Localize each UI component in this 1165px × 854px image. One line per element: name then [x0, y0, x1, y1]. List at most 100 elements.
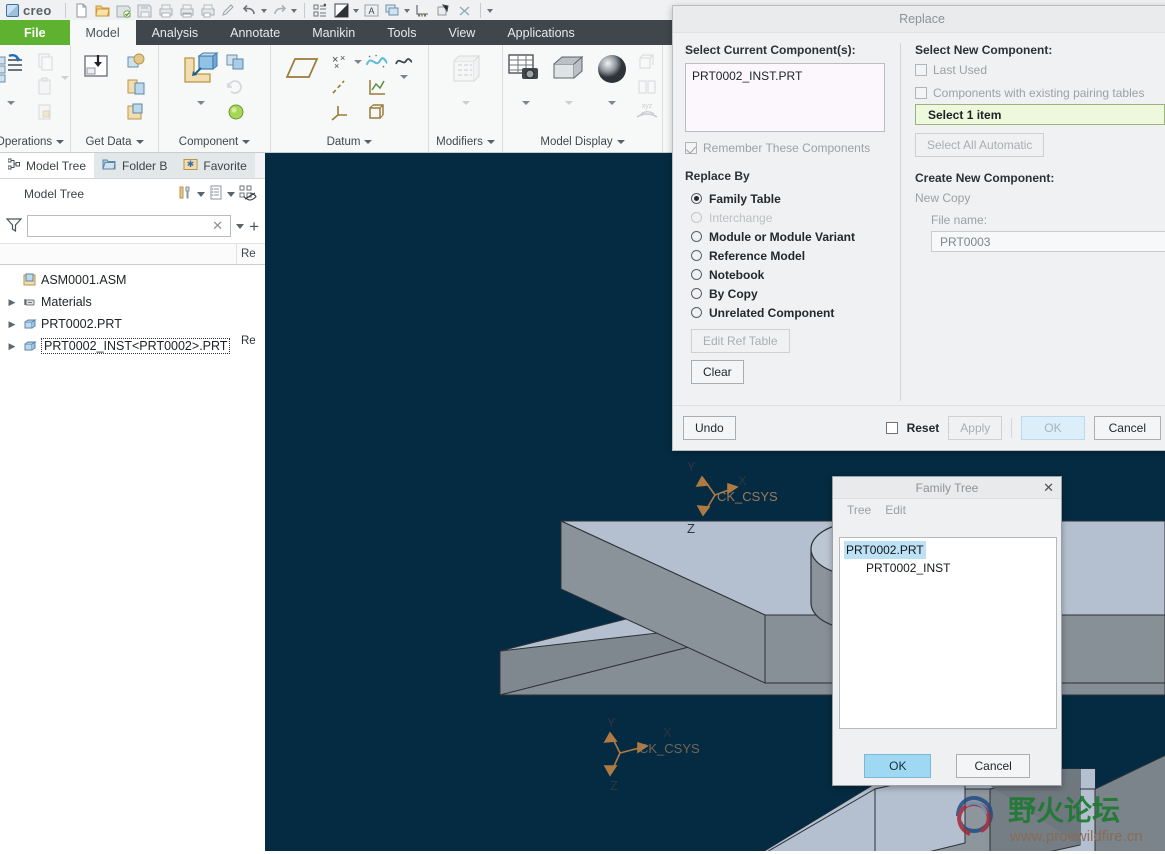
datum-display-icon[interactable]: [413, 2, 432, 19]
tab-view[interactable]: View: [432, 20, 491, 45]
datum-plane-icon[interactable]: [284, 50, 324, 90]
appearance-sphere-icon[interactable]: [592, 50, 632, 90]
family-tree-row-instance[interactable]: PRT0002_INST: [842, 559, 1056, 577]
view-manager-big-icon[interactable]: [506, 50, 546, 90]
radio-by-copy[interactable]: [691, 288, 702, 299]
display-style-icon[interactable]: [332, 2, 351, 19]
nav-tab-model-tree[interactable]: Model Tree: [0, 153, 95, 178]
replace-by-option-by-copy[interactable]: By Copy: [685, 284, 900, 303]
nav-tab-favorites[interactable]: ✱ Favorite: [175, 153, 255, 178]
model-display-group-caret-icon[interactable]: [616, 140, 625, 144]
assemble-component-icon[interactable]: [181, 50, 221, 90]
add-filter-icon[interactable]: +: [249, 218, 259, 235]
cancel-button[interactable]: Cancel: [1093, 416, 1161, 440]
replace-by-option-module[interactable]: Module or Module Variant: [685, 227, 900, 246]
save-icon[interactable]: [135, 2, 154, 19]
remember-components-checkbox[interactable]: [685, 142, 697, 154]
tree-row-materials[interactable]: ▶ Materials: [0, 291, 265, 313]
redo-icon[interactable]: [270, 2, 289, 19]
current-components-list[interactable]: PRT0002_INST.PRT: [685, 63, 885, 132]
operations-group-caret-icon[interactable]: [56, 140, 65, 144]
radio-family-table[interactable]: [691, 193, 702, 204]
tree-filters-icon[interactable]: [239, 185, 259, 204]
drag-component-icon[interactable]: [224, 100, 248, 124]
tree-row-assembly[interactable]: ASM0001.ASM: [0, 269, 265, 291]
select-all-automatic-button[interactable]: Select All Automatic: [915, 133, 1045, 157]
operations-group-label[interactable]: Operations: [0, 132, 65, 152]
reset-checkbox[interactable]: [885, 422, 898, 434]
component-more-caret-icon[interactable]: [197, 101, 205, 105]
datum-csys-icon[interactable]: [327, 100, 351, 124]
tree-column-req[interactable]: Re: [237, 244, 265, 264]
get-data-group-caret-icon[interactable]: [135, 140, 144, 144]
settings-tools-icon[interactable]: [177, 185, 193, 204]
family-tree-cancel-button[interactable]: Cancel: [956, 754, 1030, 778]
file-name-input[interactable]: PRT0003: [931, 231, 1165, 252]
family-tree-dialog[interactable]: Family Tree ✕ Tree Edit PRT0002.PRT PRT0…: [832, 476, 1062, 786]
family-tree-list[interactable]: PRT0002.PRT PRT0002_INST: [839, 537, 1057, 729]
print-icon[interactable]: [156, 2, 175, 19]
tree-row-prt0002-inst[interactable]: ▶ PRT0002_INST<PRT0002>.PRT: [0, 335, 265, 357]
search-history-caret-icon[interactable]: [236, 223, 245, 229]
tree-columns-caret-icon[interactable]: [227, 191, 235, 197]
radio-module-variant[interactable]: [691, 231, 702, 242]
replace-by-option-family-table[interactable]: Family Table: [685, 189, 900, 208]
new-file-icon[interactable]: [72, 2, 91, 19]
tab-file[interactable]: File: [0, 20, 70, 45]
radio-reference-model[interactable]: [691, 250, 702, 261]
open-folder-icon[interactable]: [93, 2, 112, 19]
undo-button[interactable]: Undo: [683, 416, 736, 440]
tab-annotate[interactable]: Annotate: [214, 20, 296, 45]
model-tree-search-input[interactable]: [32, 218, 210, 234]
display-style-caret-icon[interactable]: [352, 2, 361, 19]
regenerate-model-icon[interactable]: [0, 50, 31, 90]
datum-group-caret-icon[interactable]: [364, 140, 373, 144]
replace-by-option-unrelated[interactable]: Unrelated Component: [685, 303, 900, 322]
tree-row-prt0002[interactable]: ▶ PRT0002.PRT: [0, 313, 265, 335]
save-as-icon[interactable]: [114, 2, 133, 19]
annotation-icon[interactable]: A: [362, 2, 381, 19]
replace-by-option-notebook[interactable]: Notebook: [685, 265, 900, 284]
replace-by-option-reference-model[interactable]: Reference Model: [685, 246, 900, 265]
select-item-field[interactable]: Select 1 item: [915, 104, 1165, 125]
clear-search-icon[interactable]: ✕: [209, 218, 226, 234]
operations-more-caret-icon[interactable]: [7, 101, 15, 105]
menu-edit[interactable]: Edit: [885, 503, 906, 517]
tree-columns-icon[interactable]: [209, 185, 223, 204]
print-preview-icon[interactable]: [177, 2, 196, 19]
datum-axis-icon[interactable]: [327, 75, 351, 99]
merge-inheritance-icon[interactable]: [124, 50, 148, 74]
redo-dropdown-caret-icon[interactable]: [290, 2, 299, 19]
curve-types-icon[interactable]: [392, 50, 416, 74]
create-component-icon[interactable]: [224, 50, 248, 74]
component-group-caret-icon[interactable]: [242, 140, 251, 144]
tree-twisty-materials-icon[interactable]: ▶: [6, 297, 18, 308]
current-component-item[interactable]: PRT0002_INST.PRT: [692, 69, 878, 83]
layers-icon[interactable]: [383, 2, 402, 19]
settings-tools-caret-icon[interactable]: [197, 191, 205, 197]
tree-twisty-prt0002-icon[interactable]: ▶: [6, 319, 18, 330]
tab-applications[interactable]: Applications: [491, 20, 590, 45]
appearance-icon[interactable]: [455, 2, 474, 19]
shrinkwrap-icon[interactable]: [124, 100, 148, 124]
filter-funnel-icon[interactable]: [5, 217, 23, 236]
family-tree-row-root-label[interactable]: PRT0002.PRT: [844, 541, 926, 559]
datum-point-icon[interactable]: × × ×: [327, 50, 351, 74]
close-icon[interactable]: ✕: [1043, 480, 1054, 496]
copy-geometry-icon[interactable]: [124, 75, 148, 99]
get-data-group-label[interactable]: Get Data: [85, 132, 144, 152]
modifiers-group-label[interactable]: Modifiers: [436, 132, 495, 152]
model-tree-search-box[interactable]: ✕: [27, 215, 232, 237]
tab-analysis[interactable]: Analysis: [136, 20, 215, 45]
apply-button[interactable]: Apply: [948, 416, 1003, 440]
component-group-label[interactable]: Component: [179, 132, 251, 152]
tree-twisty-prt0002-inst-icon[interactable]: ▶: [6, 341, 18, 352]
undo-icon[interactable]: [240, 2, 259, 19]
tab-model[interactable]: Model: [69, 20, 136, 45]
customize-toolbar-caret-icon[interactable]: [486, 2, 495, 19]
modifiers-group-caret-icon[interactable]: [486, 140, 495, 144]
menu-tree[interactable]: Tree: [847, 503, 871, 517]
family-tree-ok-button[interactable]: OK: [864, 754, 932, 778]
ok-button[interactable]: OK: [1021, 416, 1085, 440]
clear-button[interactable]: Clear: [691, 360, 744, 384]
